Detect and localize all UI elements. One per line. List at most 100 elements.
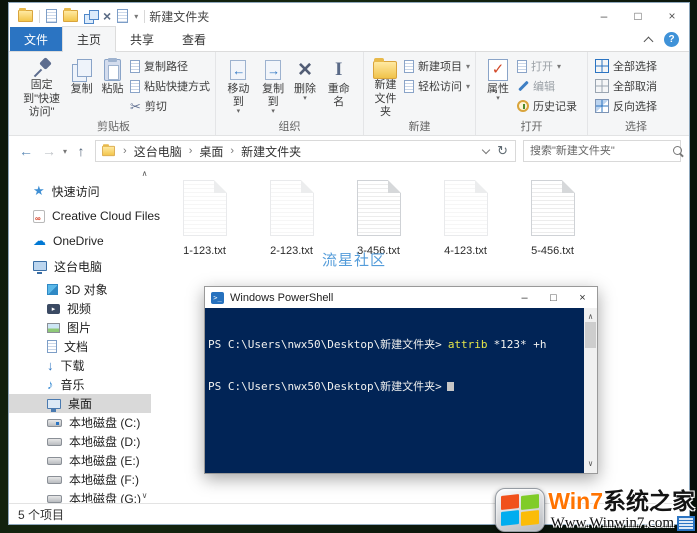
collapse-ribbon-icon[interactable]	[644, 36, 654, 46]
breadcrumb-this-pc[interactable]: 这台电脑	[134, 143, 182, 160]
copy-icon[interactable]	[117, 9, 128, 23]
select-all-button[interactable]: 全部选择	[595, 58, 657, 74]
powershell-console[interactable]: PS C:\Users\nwx50\Desktop\新建文件夹>attrib*1…	[205, 308, 597, 473]
invert-selection-button[interactable]: 反向选择	[595, 98, 657, 114]
select-none-button[interactable]: 全部取消	[595, 78, 657, 94]
copy-to-button[interactable]: 复制到 ▾	[256, 55, 291, 120]
button-label: 剪切	[145, 98, 167, 114]
sidebar-item-label: 图片	[67, 319, 91, 336]
console-scrollbar[interactable]: ∧ ∨	[584, 308, 597, 473]
tab-home[interactable]: 主页	[62, 26, 116, 52]
new-folder-icon[interactable]	[63, 10, 78, 22]
tab-file[interactable]: 文件	[10, 27, 62, 51]
prompt-text: PS C:\Users\nwx50\Desktop\新建文件夹>	[208, 338, 442, 351]
sidebar-item-downloads[interactable]: ↓ 下载	[9, 356, 151, 375]
logo-pane	[521, 494, 539, 510]
history-icon	[517, 100, 529, 112]
file-item[interactable]: 1-123.txt	[161, 180, 248, 257]
sidebar-item-drive-c[interactable]: 本地磁盘 (C:)	[9, 413, 151, 432]
pin-to-quick-access-button[interactable]: 固定到"快速访问"	[17, 55, 66, 120]
open-button[interactable]: 打开 ▾	[517, 58, 577, 74]
copy-path-button[interactable]: 复制路径	[130, 58, 210, 74]
recent-locations-icon[interactable]: ▾	[63, 147, 67, 156]
up-button[interactable]: ↑	[72, 143, 90, 159]
logo-pane	[501, 510, 519, 526]
dropdown-arrow-icon: ▾	[557, 62, 561, 71]
invert-selection-icon	[595, 99, 609, 113]
sidebar-item-3d-objects[interactable]: 3D 对象	[9, 280, 151, 299]
search-icon[interactable]	[672, 145, 685, 158]
delete-button[interactable]: × 删除 ▾	[290, 55, 319, 120]
view-icon[interactable]	[84, 10, 97, 23]
address-dropdown-icon[interactable]	[482, 145, 490, 153]
sidebar-item-this-pc[interactable]: 这台电脑	[9, 255, 151, 277]
file-item[interactable]: 2-123.txt	[248, 180, 335, 257]
copy-button[interactable]: 复制	[66, 55, 97, 120]
breadcrumb-desktop[interactable]: 桌面	[199, 143, 223, 160]
tab-view[interactable]: 查看	[168, 27, 220, 51]
search-input[interactable]	[530, 145, 672, 157]
music-icon: ♪	[47, 377, 54, 392]
forward-button[interactable]: →	[40, 143, 58, 159]
sidebar-item-quick-access[interactable]: ★ 快速访问	[9, 180, 151, 202]
move-to-button[interactable]: 移动到 ▾	[221, 55, 256, 120]
sidebar-item-drive-d[interactable]: 本地磁盘 (D:)	[9, 432, 151, 451]
picture-icon	[47, 323, 60, 333]
maximize-button[interactable]: □	[621, 3, 655, 29]
easy-access-button[interactable]: 轻松访问 ▾	[404, 78, 470, 94]
cut-button[interactable]: ✂ 剪切	[130, 98, 210, 114]
close-button[interactable]: ×	[568, 287, 597, 308]
close-button[interactable]: ×	[655, 3, 689, 29]
scroll-down-icon[interactable]: ∨	[588, 457, 593, 471]
sidebar-item-label: 音乐	[61, 376, 85, 393]
pin-icon	[31, 57, 53, 79]
back-button[interactable]: ←	[17, 143, 35, 159]
minimize-button[interactable]: –	[587, 3, 621, 29]
new-item-button[interactable]: 新建项目 ▾	[404, 58, 470, 74]
file-item[interactable]: 4-123.txt	[422, 180, 509, 257]
sidebar-item-pictures[interactable]: 图片	[9, 318, 151, 337]
address-bar[interactable]: › 这台电脑 › 桌面 › 新建文件夹 ↻	[95, 140, 516, 162]
sidebar-item-label: 本地磁盘 (D:)	[69, 433, 140, 450]
help-icon[interactable]: ?	[664, 32, 679, 47]
properties-icon[interactable]	[46, 9, 57, 23]
scrollbar-thumb[interactable]	[585, 322, 596, 348]
file-name: 4-123.txt	[444, 245, 487, 257]
file-item[interactable]: 3-456.txt	[335, 180, 422, 257]
cloud-icon: ☁	[33, 233, 46, 249]
paste-button[interactable]: 粘贴	[97, 55, 128, 120]
sidebar-item-creative-cloud[interactable]: ∞ Creative Cloud Files	[9, 205, 151, 227]
history-button[interactable]: 历史记录	[517, 98, 577, 114]
sidebar-item-videos[interactable]: ▸ 视频	[9, 299, 151, 318]
scroll-down-icon[interactable]: ∨	[142, 491, 148, 500]
tab-share[interactable]: 共享	[116, 27, 168, 51]
qat-dropdown-icon[interactable]: ▾	[134, 12, 138, 21]
sidebar-scrollbar[interactable]: ∧ ∨	[138, 166, 151, 503]
text-file-icon	[357, 180, 401, 236]
sidebar-item-desktop[interactable]: 桌面	[9, 394, 151, 413]
sidebar-item-documents[interactable]: 文档	[9, 337, 151, 356]
file-item[interactable]: 5-456.txt	[509, 180, 596, 257]
properties-button[interactable]: ✓ 属性 ▾	[481, 55, 515, 120]
new-folder-button[interactable]: 新建文件夹	[369, 55, 402, 120]
paste-shortcut-button[interactable]: 粘贴快捷方式	[130, 78, 210, 94]
prompt-text: PS C:\Users\nwx50\Desktop\新建文件夹>	[208, 380, 442, 393]
rename-icon: I	[335, 59, 342, 81]
edit-button[interactable]: 编辑	[517, 78, 577, 94]
refresh-icon[interactable]: ↻	[497, 143, 508, 159]
breadcrumb-current-folder[interactable]: 新建文件夹	[241, 143, 301, 160]
rename-button[interactable]: I 重命名	[319, 55, 358, 120]
maximize-button[interactable]: □	[539, 287, 568, 308]
sidebar-item-drive-e[interactable]: 本地磁盘 (E:)	[9, 451, 151, 470]
minimize-button[interactable]: –	[510, 287, 539, 308]
powershell-titlebar[interactable]: >_ Windows PowerShell – □ ×	[205, 287, 597, 308]
sidebar-item-drive-g[interactable]: 本地磁盘 (G:)	[9, 489, 151, 503]
scissors-icon: ✂	[130, 100, 141, 113]
sidebar-item-music[interactable]: ♪ 音乐	[9, 375, 151, 394]
sidebar-item-onedrive[interactable]: ☁ OneDrive	[9, 230, 151, 252]
scroll-up-icon[interactable]: ∧	[142, 169, 148, 178]
ribbon-group-open: ✓ 属性 ▾ 打开 ▾ 编辑 历史记录 打开	[476, 52, 588, 135]
button-label: 复制到	[259, 83, 288, 109]
delete-icon[interactable]: ×	[103, 9, 111, 23]
sidebar-item-drive-f[interactable]: 本地磁盘 (F:)	[9, 470, 151, 489]
